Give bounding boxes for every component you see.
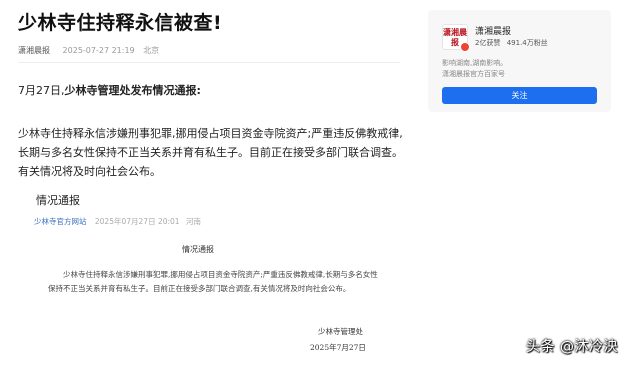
article-body: 少林寺住持释永信涉嫌刑事犯罪,挪用侵占项目资金寺院资产;严重违反佛教戒律,长期与… [18, 127, 403, 178]
article-main: 少林寺住持释永信被查! 潇湘晨报 2025-07-27 21:19 北京 7月2… [0, 0, 410, 367]
notice-time: 2025年07月27日 20:01 [94, 217, 180, 226]
verified-badge-icon [460, 42, 470, 52]
notice-heading: 情况通报 [182, 245, 214, 254]
article-time: 2025-07-27 21:19 [62, 46, 135, 55]
article-meta: 潇湘晨报 2025-07-27 21:19 北京 [18, 45, 159, 56]
author-card: 潇湘晨报 潇湘晨报 2亿获赞 491.4万粉丝 影响湖南,湖南影响。 潇湘晨报官… [428, 10, 611, 112]
article-location: 北京 [143, 46, 160, 55]
notice-title: 情况通报 [36, 194, 80, 207]
notice-site[interactable]: 少林寺官方网站 [34, 217, 87, 226]
watermark: 头条 @沐冷泱 [526, 339, 618, 355]
account-description: 影响湖南,湖南影响。 潇湘晨报官方百家号 [442, 58, 507, 80]
notice-signature: 少林寺管理处 [318, 327, 363, 336]
article-source[interactable]: 潇湘晨报 [18, 46, 50, 55]
follow-button[interactable]: 关注 [442, 87, 597, 104]
notice-region: 河南 [185, 217, 201, 226]
lead-date: 7月27日, [18, 84, 65, 97]
notice-text: 少林寺住持释永信涉嫌刑事犯罪,挪用侵占项目资金寺院资产;严重违反佛教戒律,长期与… [48, 270, 378, 293]
lead-bold: 少林寺管理处发布情况通报: [64, 84, 201, 97]
account-stats: 2亿获赞 491.4万粉丝 [475, 38, 552, 48]
article-lead: 7月27日,少林寺管理处发布情况通报: [18, 82, 201, 98]
account-logo[interactable]: 潇湘晨报 [442, 24, 470, 52]
likes-count: 2亿获赞 [475, 39, 501, 47]
embedded-notice: 情况通报 少林寺官方网站 2025年07月27日 20:01 河南 情况通报 少… [28, 188, 400, 360]
desc-line-1: 影响湖南,湖南影响。 [442, 59, 508, 67]
article-title: 少林寺住持释永信被查! [18, 12, 223, 34]
fans-count: 491.4万粉丝 [506, 39, 548, 47]
account-name[interactable]: 潇湘晨报 [475, 24, 511, 37]
desc-line-2: 潇湘晨报官方百家号 [442, 70, 505, 78]
notice-signature-date: 2025年7月27日 [310, 343, 366, 352]
notice-meta: 少林寺官方网站 2025年07月27日 20:01 河南 [34, 216, 201, 227]
divider [18, 62, 400, 63]
